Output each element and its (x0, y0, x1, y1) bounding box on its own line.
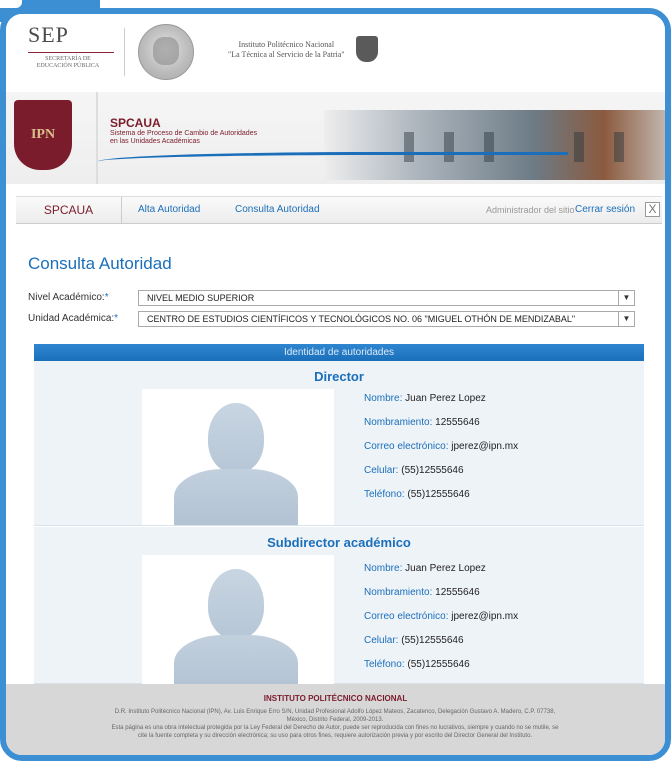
banner-swoosh (98, 152, 568, 168)
info-cell-value: (55)12555646 (401, 465, 464, 476)
info-appointment-value: 12555646 (435, 587, 480, 598)
banner-subtitle: Sistema de Proceso de Cambio de Autorida… (110, 130, 257, 146)
authority-info: Nombre: Juan Perez Lopez Nombramiento: 1… (364, 387, 518, 507)
info-email: Correo electrónico: jperez@ipn.mx (364, 435, 518, 459)
info-email: Correo electrónico: jperez@ipn.mx (364, 605, 518, 629)
banner-divider (96, 92, 98, 184)
banner-subtitle-line1: Sistema de Proceso de Cambio de Autorida… (110, 130, 258, 137)
footer-line-2: México, Distrito Federal, 2009-2013. (286, 717, 384, 723)
nivel-select-value: NIVEL MEDIO SUPERIOR (147, 293, 255, 303)
info-appointment: Nombramiento: 12555646 (364, 411, 518, 435)
banner-subtitle-line2: en las Unidades Académicas (110, 138, 200, 145)
frame-top-notch (0, 0, 22, 8)
authority-info: Nombre: Juan Perez Lopez Nombramiento: 1… (364, 557, 518, 677)
spcaua-banner: IPN SPCAUA Sistema de Proceso de Cambio … (6, 92, 665, 184)
ipn-name: Instituto Politécnico Nacional (238, 40, 335, 49)
info-name-label: Nombre: (364, 563, 403, 574)
footer-line-4: cite la fuente completa y su dirección e… (137, 733, 533, 739)
chevron-down-icon[interactable]: ▼ (618, 312, 634, 326)
info-cell: Celular: (55)12555646 (364, 629, 518, 653)
banner-title: SPCAUA (110, 116, 161, 130)
footer-title: INSTITUTO POLITÉCNICO NACIONAL (263, 694, 408, 703)
close-icon[interactable]: X (645, 202, 660, 217)
nivel-label-text: Nivel Académico: (28, 292, 105, 303)
page-title: Consulta Autoridad (28, 254, 172, 273)
sep-logo: SEP SECRETARÍA DE EDUCACIÓN PÚBLICA (28, 22, 114, 70)
nav-brand[interactable]: SPCAUA (16, 197, 122, 223)
unidad-label-text: Unidad Académica: (28, 313, 115, 324)
nav-admin-label: Administrador del sitio (486, 205, 575, 215)
header-divider (124, 28, 125, 76)
sep-title: SEP (28, 22, 69, 47)
ipn-text: Instituto Politécnico Nacional "La Técni… (228, 40, 345, 60)
info-name: Nombre: Juan Perez Lopez (364, 557, 518, 581)
nav-alta-autoridad[interactable]: Alta Autoridad (138, 197, 200, 223)
footer-legal: D.R. Instituto Politécnico Nacional (IPN… (30, 708, 640, 740)
silhouette-body (174, 469, 298, 525)
info-phone: Teléfono: (55)12555646 (364, 483, 518, 507)
ipn-logo: IPN (14, 100, 72, 176)
info-name-value: Juan Perez Lopez (405, 563, 486, 574)
ipn-motto: "La Técnica al Servicio de la Patria" (228, 50, 345, 59)
ipn-shield-icon (356, 36, 378, 62)
avatar (142, 555, 334, 691)
silhouette-body (174, 635, 298, 691)
sep-divider-line (28, 52, 114, 53)
info-name: Nombre: Juan Perez Lopez (364, 387, 518, 411)
info-cell-label: Celular: (364, 635, 399, 646)
info-name-label: Nombre: (364, 393, 403, 404)
main-nav: SPCAUA Alta Autoridad Consulta Autoridad… (16, 196, 662, 224)
authority-panel-director: Director Nombre: Juan Perez Lopez Nombra… (34, 361, 644, 526)
authority-panel-subdirector: Subdirector académico Nombre: Juan Perez… (34, 527, 644, 691)
info-cell-value: (55)12555646 (401, 635, 464, 646)
logout-link[interactable]: Cerrar sesión (575, 197, 635, 223)
silhouette-head (208, 403, 264, 473)
info-phone: Teléfono: (55)12555646 (364, 653, 518, 677)
unidad-select-value: CENTRO DE ESTUDIOS CIENTÍFICOS Y TECNOLÓ… (147, 314, 576, 324)
footer: INSTITUTO POLITÉCNICO NACIONAL D.R. Inst… (6, 684, 665, 755)
section-header: Identidad de autoridades (34, 344, 644, 361)
page-frame: SEP SECRETARÍA DE EDUCACIÓN PÚBLICA Inst… (0, 8, 671, 761)
silhouette-head (208, 569, 264, 639)
info-email-value: jperez@ipn.mx (451, 611, 519, 622)
info-email-label: Correo electrónico: (364, 611, 449, 622)
nav-consulta-autoridad[interactable]: Consulta Autoridad (235, 197, 320, 223)
required-mark: * (114, 313, 119, 324)
unidad-label: Unidad Académica:* (28, 313, 118, 324)
government-header: SEP SECRETARÍA DE EDUCACIÓN PÚBLICA Inst… (6, 14, 665, 92)
info-phone-value: (55)12555646 (407, 489, 470, 500)
info-phone-value: (55)12555646 (407, 659, 470, 670)
info-phone-label: Teléfono: (364, 659, 405, 670)
info-email-label: Correo electrónico: (364, 441, 449, 452)
info-appointment-label: Nombramiento: (364, 417, 433, 428)
role-title: Subdirector académico (267, 535, 411, 550)
info-email-value: jperez@ipn.mx (451, 441, 519, 452)
info-name-value: Juan Perez Lopez (405, 393, 486, 404)
building-photo (324, 110, 665, 180)
mexico-seal-icon (138, 24, 194, 80)
info-appointment-label: Nombramiento: (364, 587, 433, 598)
footer-line-1: D.R. Instituto Politécnico Nacional (IPN… (114, 709, 556, 715)
nivel-select[interactable]: NIVEL MEDIO SUPERIOR ▼ (138, 290, 635, 306)
sep-subtitle: SECRETARÍA DE EDUCACIÓN PÚBLICA (36, 56, 100, 69)
role-title: Director (314, 369, 364, 384)
required-mark: * (104, 292, 109, 303)
info-cell-label: Celular: (364, 465, 399, 476)
info-appointment: Nombramiento: 12555646 (364, 581, 518, 605)
unidad-select[interactable]: CENTRO DE ESTUDIOS CIENTÍFICOS Y TECNOLÓ… (138, 311, 635, 327)
nivel-label: Nivel Académico:* (28, 292, 109, 303)
chevron-down-icon[interactable]: ▼ (618, 291, 634, 305)
main-content: Consulta Autoridad Nivel Académico:* NIV… (16, 226, 662, 691)
info-phone-label: Teléfono: (364, 489, 405, 500)
ipn-logo-text: IPN (30, 127, 56, 142)
info-cell: Celular: (55)12555646 (364, 459, 518, 483)
info-appointment-value: 12555646 (435, 417, 480, 428)
footer-line-3: Esta página es una obra intelectual prot… (111, 725, 559, 731)
avatar (142, 389, 334, 525)
